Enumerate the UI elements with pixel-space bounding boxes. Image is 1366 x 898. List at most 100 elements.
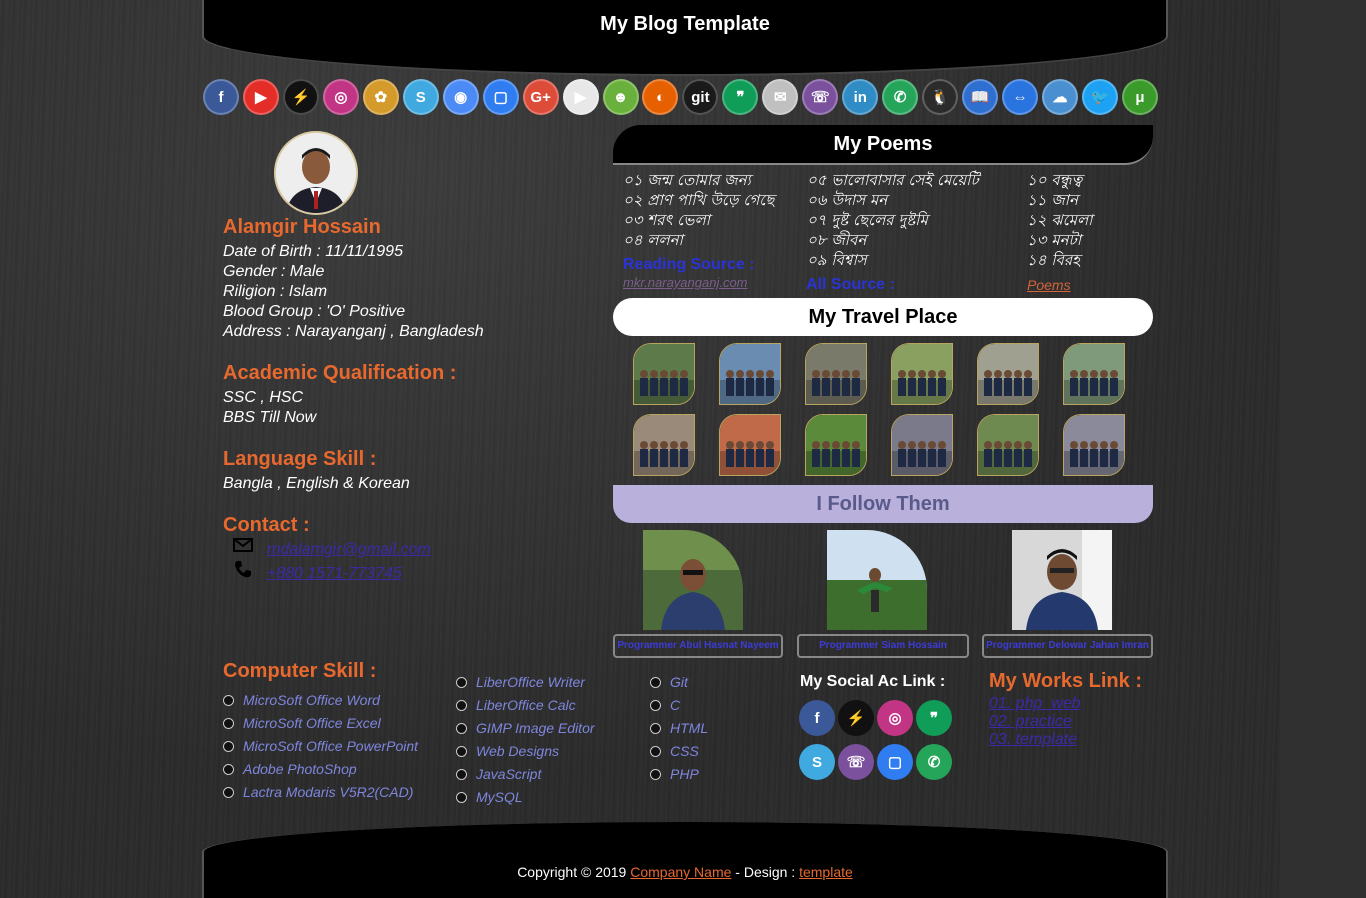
follow-photo [827,530,927,630]
travel-photo[interactable] [633,343,695,405]
follow-caption[interactable]: Programmer Siam Hossain [797,634,969,658]
travel-photo[interactable] [633,414,695,476]
travel-photo[interactable] [1063,343,1125,405]
skill-label: CSS [670,743,699,759]
skill-item: CSS [650,743,699,759]
profile-name: Alamgir Hossain [223,216,381,238]
skill-item: C [650,697,680,713]
duo-icon[interactable]: ▢ [482,79,519,115]
linkedin-icon[interactable]: in [842,79,879,115]
duolingo-icon[interactable]: ☻ [602,79,639,115]
bullet-icon [223,740,234,752]
phone-icon [233,559,253,584]
teamviewer-icon[interactable]: ⇔ [1002,79,1039,115]
social-icon-bar: f ▶ ⚡ ◎ ✿ S ◉ ▢ G+ ▶ ☻ ◐ git ❞ ✉ ☏ in ✆ 🐧 📖 ⇔ ☁ 🐦 μ [203,79,1158,117]
facebook-icon[interactable]: f [799,700,835,736]
email-link[interactable]: mdalamgir@gmail.com [267,541,431,559]
follow-title: I Follow Them [816,493,950,515]
travel-photo[interactable] [891,414,953,476]
skill-item: PHP [650,766,699,782]
reading-source-link[interactable]: mkr.narayanganj.com [623,275,748,290]
whatsapp-icon[interactable]: ✆ [882,79,919,115]
contact-title: Contact : [223,514,310,536]
page-title: My Blog Template [600,13,770,35]
copyright: Copyright © 2019 Company Name - Design :… [204,864,1166,880]
duo-icon[interactable]: ▢ [877,744,913,780]
gmail-icon[interactable]: ✉ [762,79,799,115]
travel-photo[interactable] [1063,414,1125,476]
all-source-label: All Source : [806,276,895,293]
google-plus-icon[interactable]: G+ [522,79,559,115]
travel-photo[interactable] [805,414,867,476]
academic-line: BBS Till Now [223,409,317,426]
travel-photo[interactable] [977,343,1039,405]
twitter-icon[interactable]: 🐦 [1081,79,1118,115]
skill-item: MicroSoft Office PowerPoint [223,738,418,754]
poem-item: ০৪ ললনা [623,231,683,249]
viber-icon[interactable]: ☏ [802,79,839,115]
facebook-icon[interactable]: f [203,79,239,115]
instagram-icon[interactable]: ◎ [877,700,913,736]
hangouts-icon[interactable]: ❞ [722,79,759,115]
linux-icon[interactable]: 🐧 [922,79,959,115]
works-title: My Works Link : [989,670,1142,692]
follow-caption[interactable]: Programmer Delowar Jahan Imran [982,634,1153,658]
skype-icon[interactable]: S [402,79,439,115]
bullet-icon [456,722,467,734]
git-icon[interactable]: git [682,79,719,115]
works-link[interactable]: 01. php_web [989,695,1081,713]
chrome-icon[interactable]: ◉ [442,79,479,115]
firefox-icon[interactable]: ◐ [642,79,679,115]
follow-caption[interactable]: Programmer Abul Hasnat Nayeem [613,634,783,658]
hangouts-icon[interactable]: ❞ [916,700,952,736]
bullet-icon [223,763,234,775]
viber-icon[interactable]: ☏ [838,744,874,780]
bullet-icon [650,745,661,757]
skill-label: Web Designs [476,743,560,759]
book-icon[interactable]: 📖 [962,79,999,115]
works-link[interactable]: 02. practice [989,713,1072,731]
cloud-icon[interactable]: ☁ [1042,79,1079,115]
skill-item: Lactra Modaris V5R2(CAD) [223,784,413,800]
poems-link[interactable]: Poems [1027,277,1071,293]
profile-blood: Blood Group : 'O' Positive [223,303,406,320]
youtube-icon[interactable]: ▶ [242,79,279,115]
travel-photo[interactable] [977,414,1039,476]
computer-skill-title: Computer Skill : [223,660,377,682]
travel-photo[interactable] [891,343,953,405]
follow-header: I Follow Them [613,485,1153,523]
travel-photo[interactable] [719,343,781,405]
instagram-icon[interactable]: ◎ [322,79,359,115]
profile-gender: Gender : Male [223,263,325,280]
copyright-prefix: Copyright © 2019 [517,864,631,880]
phone-link[interactable]: +880 1571-773745 [267,565,402,583]
copyright-middle: - Design : [731,864,800,880]
design-link[interactable]: template [799,864,853,880]
play-store-icon[interactable]: ▶ [562,79,599,115]
academic-line: SSC , HSC [223,389,304,406]
travel-photo[interactable] [805,343,867,405]
skill-item: MicroSoft Office Word [223,692,380,708]
skill-item: Adobe PhotoShop [223,761,357,777]
bullet-icon [456,745,467,757]
skill-label: MicroSoft Office PowerPoint [243,738,419,754]
messenger-icon[interactable]: ⚡ [282,79,319,115]
page-edge [1280,0,1366,898]
skill-label: Adobe PhotoShop [243,761,357,777]
messenger-icon[interactable]: ⚡ [838,700,874,736]
picasa-icon[interactable]: ✿ [362,79,399,115]
skill-label: MySQL [476,789,523,805]
company-link[interactable]: Company Name [630,864,731,880]
skill-label: GIMP Image Editor [476,720,595,736]
profile-address: Address : Narayanganj , Bangladesh [223,323,484,340]
skill-label: PHP [670,766,699,782]
skill-item: JavaScript [456,766,541,782]
bullet-icon [456,768,467,780]
utorrent-icon[interactable]: μ [1121,79,1158,115]
travel-photo[interactable] [719,414,781,476]
skype-icon[interactable]: S [799,744,835,780]
whatsapp-icon[interactable]: ✆ [916,744,952,780]
works-link[interactable]: 03. template [989,731,1077,749]
bullet-icon [223,786,234,798]
bullet-icon [223,694,234,706]
